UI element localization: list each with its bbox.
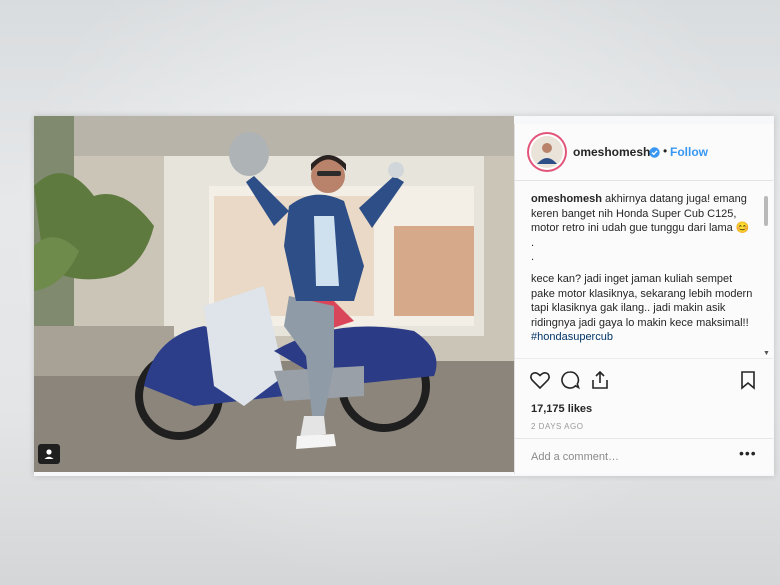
post-caption: omeshomesh akhirnya datang juga! emang k… bbox=[531, 192, 759, 345]
follow-button[interactable]: Follow bbox=[670, 145, 708, 159]
caption-scrollbar[interactable] bbox=[763, 196, 769, 356]
instagram-post: omeshomesh • Follow omeshomesh akhirnya … bbox=[34, 116, 774, 476]
caption-dot-1: . bbox=[531, 236, 535, 249]
post-sidebar: omeshomesh • Follow omeshomesh akhirnya … bbox=[514, 124, 773, 474]
post-header: omeshomesh • Follow bbox=[515, 124, 773, 181]
heart-icon[interactable] bbox=[529, 369, 551, 391]
header-username[interactable]: omeshomesh bbox=[573, 145, 650, 159]
like-count[interactable]: 17,175 likes bbox=[531, 403, 592, 415]
caption-username[interactable]: omeshomesh bbox=[531, 193, 602, 205]
post-actions: 17,175 likes 2 DAYS AGO bbox=[515, 358, 773, 439]
scroll-down-arrow-icon[interactable]: ▼ bbox=[763, 350, 770, 357]
comment-icon[interactable] bbox=[559, 369, 581, 391]
comment-bar: Add a comment… ••• bbox=[515, 438, 773, 475]
share-icon[interactable] bbox=[589, 369, 611, 391]
caption-dot-2: . bbox=[531, 251, 535, 264]
separator-dot: • bbox=[663, 144, 668, 158]
post-timestamp: 2 DAYS AGO bbox=[531, 422, 584, 431]
caption-hashtag[interactable]: #hondasupercub bbox=[531, 330, 759, 345]
bookmark-icon[interactable] bbox=[737, 369, 759, 391]
avatar[interactable] bbox=[529, 134, 565, 170]
comment-input[interactable]: Add a comment… bbox=[531, 451, 619, 463]
caption-line-3: kece kan? jadi inget jaman kuliah sempet… bbox=[531, 272, 753, 329]
scrollbar-thumb[interactable] bbox=[764, 196, 768, 226]
post-photo bbox=[34, 116, 514, 472]
verified-badge-icon bbox=[649, 145, 660, 158]
more-options-icon[interactable]: ••• bbox=[739, 445, 757, 461]
user-tag-icon[interactable] bbox=[38, 444, 60, 464]
caption-line-1: akhirnya datang juga! bbox=[604, 193, 711, 205]
